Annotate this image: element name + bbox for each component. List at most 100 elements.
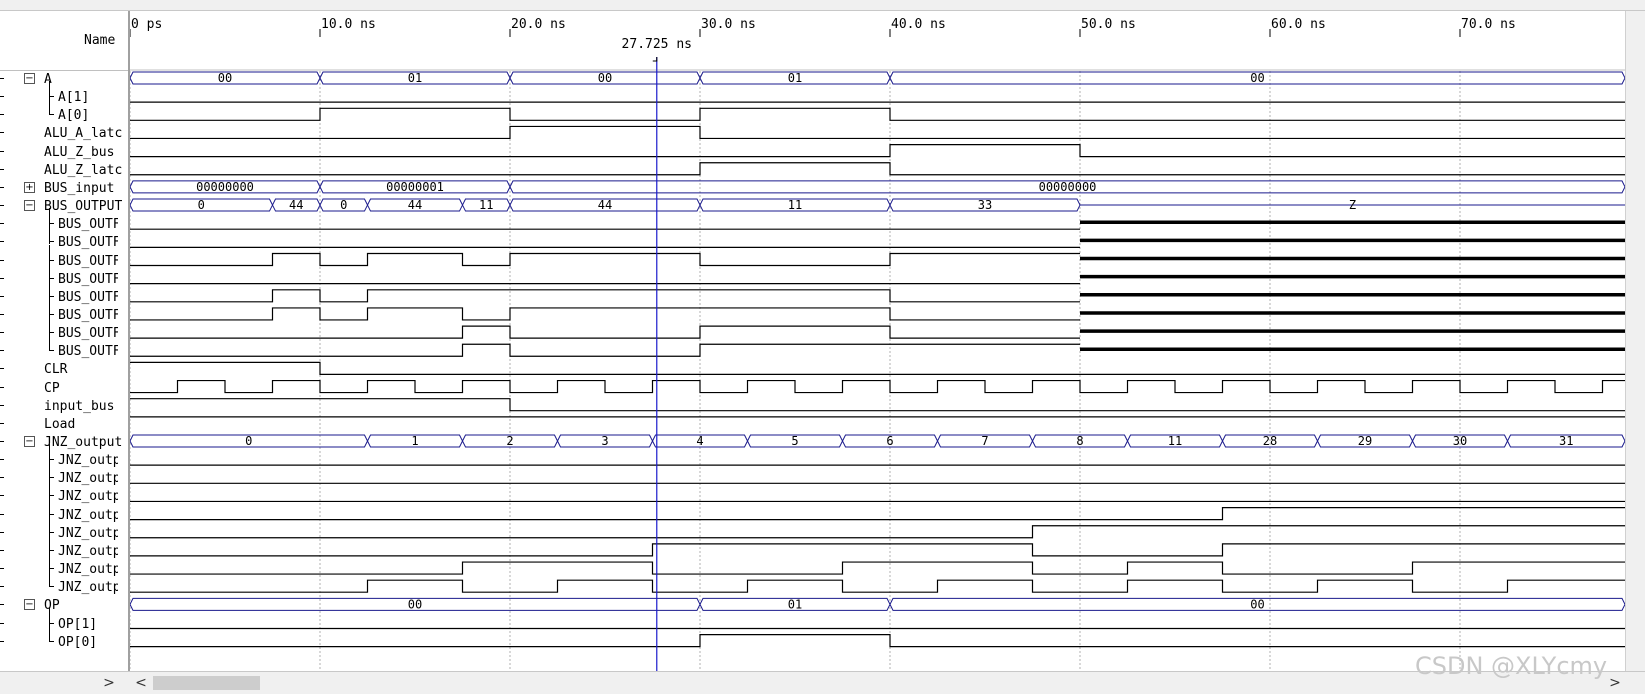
signal-name-row[interactable]: − JNZ_output — [0, 433, 128, 452]
signal-name-label: A[1] — [58, 90, 90, 106]
tree-branch-stub — [49, 277, 54, 279]
waveform-canvas[interactable]: 0 ps 10.0 ns 20.0 ns 30.0 ns 40.0 ns 50.0 ns 6… — [130, 11, 1625, 671]
tree-branch-stub — [49, 332, 54, 334]
signal-name-row[interactable]: BUS_OUTF — [0, 298, 128, 325]
waveform-row — [130, 343, 1625, 357]
signal-name-row[interactable]: + BUS_input — [0, 179, 128, 198]
bit-wave — [130, 361, 1625, 375]
signal-name-row[interactable]: OP[0] — [0, 625, 128, 652]
signal-name-row[interactable]: JNZ_outp — [0, 498, 128, 525]
row-marker — [0, 531, 4, 533]
bus-value-label: 4 — [696, 434, 703, 448]
signal-name-row[interactable]: BUS_OUTF — [0, 317, 128, 343]
signal-name-row[interactable]: input_bus — [0, 397, 128, 416]
bus-value-label: 8 — [1076, 434, 1083, 448]
time-tick-label: 50.0 ns — [1081, 17, 1136, 32]
signal-name-label: JNZ_outp — [58, 471, 118, 487]
bit-wave — [130, 325, 1080, 339]
signal-name-row[interactable]: ALU_Z_bus — [0, 143, 128, 162]
signal-name-row[interactable]: BUS_OUTF — [0, 262, 128, 289]
tree-branch-stub — [49, 477, 54, 479]
signal-name-panel: Name − A A[1] A[0] ALU_A_latc ALU_Z_bus ALU_Z_… — [0, 11, 130, 671]
time-tick-label: 70.0 ns — [1461, 17, 1516, 32]
signal-name-label: CP — [44, 380, 60, 396]
signal-name-row[interactable]: OP[1] — [0, 607, 128, 634]
bit-wave — [130, 561, 1625, 575]
tree-branch-stub — [49, 513, 54, 515]
signal-name-row[interactable]: A[0] — [0, 99, 128, 125]
waveform-row — [130, 507, 1625, 521]
tree-branch-line — [49, 335, 50, 351]
bus-value-label: 29 — [1358, 434, 1372, 448]
signal-name-label: BUS_OUTF — [58, 235, 118, 251]
collapse-minus-icon[interactable]: − — [24, 73, 35, 84]
expand-plus-icon[interactable]: + — [24, 181, 35, 193]
tree-branch-stub — [49, 531, 54, 533]
signal-name-row[interactable]: CP — [0, 379, 128, 398]
row-marker — [0, 295, 4, 297]
names-scroll-right-arrow-icon[interactable]: > — [100, 674, 118, 692]
signal-name-row[interactable]: − A — [0, 70, 128, 89]
signal-name-row[interactable]: JNZ_outp — [0, 444, 128, 470]
signal-name-row[interactable]: JNZ_outp — [0, 516, 128, 543]
signal-name-row[interactable]: JNZ_outp — [0, 571, 128, 597]
bus-value-label: 01 — [408, 71, 422, 85]
row-marker — [0, 549, 4, 551]
signal-name-row[interactable]: ALU_A_latc — [0, 124, 128, 143]
signal-name-row[interactable]: ALU_Z_latc — [0, 161, 128, 180]
bit-wave — [130, 398, 1625, 412]
signal-name-label: JNZ_outp — [58, 562, 118, 578]
row-marker — [0, 404, 4, 406]
signal-name-row[interactable]: BUS_OUTF — [0, 280, 128, 307]
bus-value-label: 44 — [408, 198, 422, 212]
bus-value-label: 00 — [1250, 71, 1264, 85]
bit-wave — [130, 162, 1625, 176]
time-tick-label: 30.0 ns — [701, 17, 756, 32]
signal-name-label: BUS_OUTF — [58, 253, 118, 269]
tree-branch-stub — [49, 241, 54, 243]
collapse-minus-icon[interactable]: − — [24, 200, 35, 212]
signal-name-label: OP[0] — [58, 634, 98, 650]
signal-name-row[interactable]: JNZ_outp — [0, 480, 128, 506]
waveform-row — [130, 325, 1625, 339]
signal-name-label: BUS_input — [44, 180, 115, 196]
signal-name-row[interactable]: JNZ_outp — [0, 462, 128, 488]
vertical-scrollbar[interactable] — [1625, 11, 1645, 671]
signal-name-row[interactable]: A[1] — [0, 81, 128, 107]
signal-name-label: BUS_OUTF — [58, 344, 118, 360]
bit-wave — [130, 307, 1080, 321]
signal-name-row[interactable]: BUS_OUTF — [0, 244, 128, 271]
signal-name-row[interactable]: − OP — [0, 596, 128, 615]
signal-name-row[interactable]: Load — [0, 415, 128, 434]
signal-name-row[interactable]: BUS_OUTF — [0, 226, 128, 252]
bus-value-label: 5 — [791, 434, 798, 448]
scroll-left-arrow-icon[interactable]: < — [133, 674, 149, 692]
waveform-row — [130, 543, 1625, 557]
bus-value-label: 3 — [601, 434, 608, 448]
signal-name-row[interactable]: − BUS_OUTPUT — [0, 197, 128, 216]
bus-value-label: 28 — [1263, 434, 1277, 448]
row-marker — [0, 586, 4, 588]
tree-branch-stub — [49, 313, 54, 315]
signal-name-label: BUS_OUTPUT — [44, 199, 122, 215]
waveform-row — [130, 634, 1625, 648]
signal-name-row[interactable]: BUS_OUTF — [0, 335, 128, 361]
row-marker — [0, 313, 4, 315]
scroll-right-arrow-icon[interactable]: > — [1607, 674, 1623, 692]
bus-value-label: 30 — [1453, 434, 1467, 448]
bus-value-label: 01 — [788, 71, 802, 85]
collapse-minus-icon[interactable]: − — [24, 436, 35, 447]
signal-name-row[interactable]: JNZ_outp — [0, 534, 128, 561]
signal-name-row[interactable]: BUS_OUTF — [0, 208, 128, 234]
row-marker — [0, 241, 4, 243]
waveform-viewer[interactable]: 0 ps 10.0 ns 20.0 ns 30.0 ns 40.0 ns 50.0 ns 6… — [130, 11, 1625, 671]
waveform-row — [130, 125, 1625, 140]
bus-value-label: 1 — [411, 434, 418, 448]
horizontal-scroll-thumb[interactable] — [153, 676, 260, 690]
collapse-minus-icon[interactable]: − — [24, 599, 35, 611]
signal-name-row[interactable]: JNZ_outp — [0, 553, 128, 579]
signal-name-row[interactable]: CLR — [0, 360, 128, 379]
signal-name-label: BUS_OUTF — [58, 307, 118, 323]
bus-value-label: 00 — [598, 71, 612, 85]
bus-value-label: 6 — [886, 434, 893, 448]
